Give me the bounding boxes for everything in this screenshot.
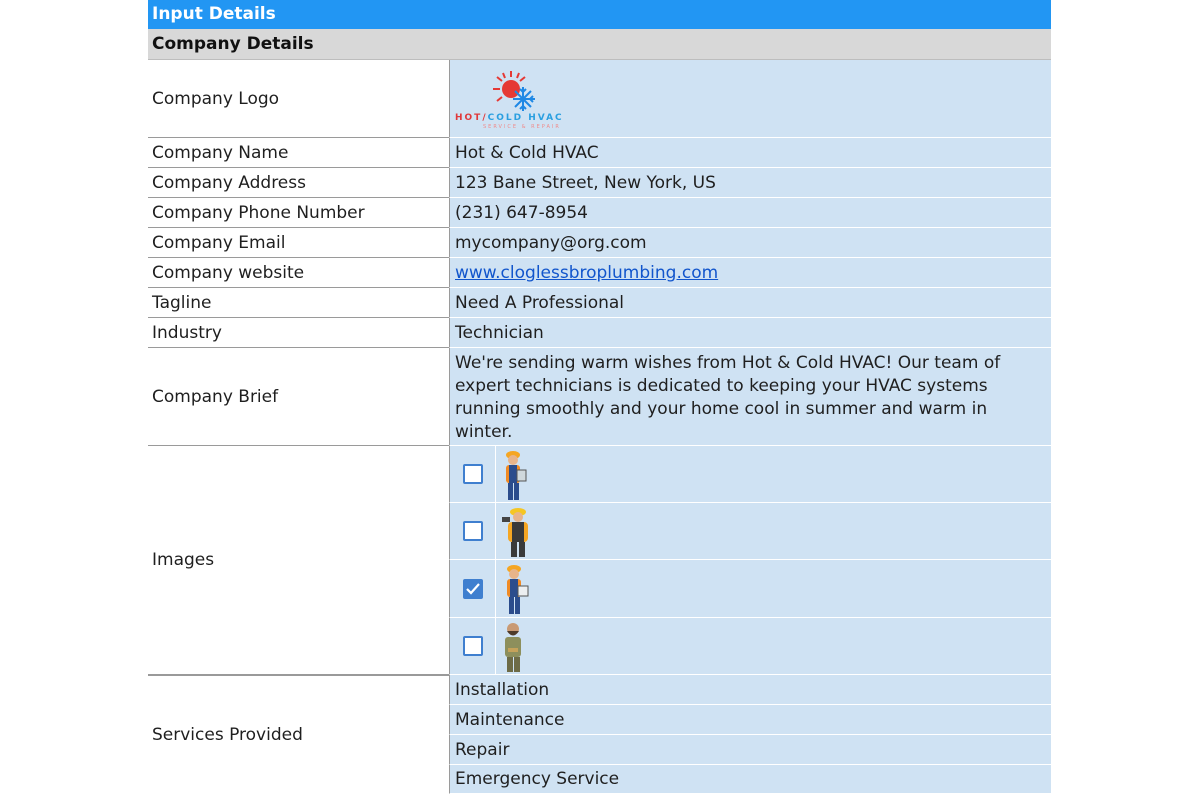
- checkbox-cell: [450, 618, 496, 674]
- logo-wordmark: HOT/COLD HVAC: [455, 113, 564, 123]
- company-brief-label: Company Brief: [148, 348, 449, 446]
- image-1-checkbox[interactable]: [462, 464, 483, 484]
- company-phone-label: Company Phone Number: [148, 198, 449, 228]
- service-item[interactable]: Emergency Service: [449, 765, 1051, 794]
- sun-snowflake-logo-icon: [493, 70, 535, 111]
- logo-wordmark-hot: HOT/: [455, 112, 488, 123]
- company-address-label: Company Address: [148, 168, 449, 198]
- image-option-4[interactable]: [449, 618, 1051, 675]
- company-phone-value[interactable]: (231) 647-8954: [449, 198, 1051, 228]
- images-label: Images: [148, 446, 449, 675]
- image-4-checkbox[interactable]: [462, 636, 483, 656]
- technician-clipboard-icon: [507, 565, 529, 614]
- logo-wordmark-cold: COLD HVAC: [487, 112, 564, 123]
- company-name-value[interactable]: Hot & Cold HVAC: [449, 138, 1051, 168]
- logo-subtitle: SERVICE & REPAIR: [483, 123, 561, 130]
- image-2-checkbox[interactable]: [462, 521, 483, 541]
- company-logo-label: Company Logo: [148, 60, 449, 138]
- company-logo-cell[interactable]: HOT/COLD HVAC SERVICE & REPAIR: [449, 60, 1051, 138]
- industry-label: Industry: [148, 318, 449, 348]
- company-email-label: Company Email: [148, 228, 449, 258]
- technician-tablet-icon: [506, 451, 527, 500]
- tagline-label: Tagline: [148, 288, 449, 318]
- company-logo-label-text: Company Logo: [152, 88, 280, 109]
- input-details-header: Input Details: [148, 0, 1051, 29]
- image-option-2[interactable]: [449, 503, 1051, 560]
- service-item[interactable]: Maintenance: [449, 705, 1051, 735]
- checkbox-cell: [450, 503, 496, 559]
- service-item[interactable]: Repair: [449, 735, 1051, 765]
- company-name-label: Company Name: [148, 138, 449, 168]
- company-website-label: Company website: [148, 258, 449, 288]
- image-3-checkbox[interactable]: [462, 578, 483, 599]
- image-option-1[interactable]: [449, 446, 1051, 503]
- industry-value[interactable]: Technician: [449, 318, 1051, 348]
- technician-bearded-icon: [505, 623, 521, 672]
- service-item[interactable]: Installation: [449, 675, 1051, 705]
- checkbox-cell: [450, 446, 496, 502]
- services-provided-label: Services Provided: [148, 675, 449, 794]
- checkbox-cell: [450, 560, 496, 617]
- image-option-3[interactable]: [449, 560, 1051, 618]
- company-website-link[interactable]: www.cloglessbroplumbing.com: [455, 263, 718, 283]
- tagline-value[interactable]: Need A Professional: [449, 288, 1051, 318]
- company-email-value[interactable]: mycompany@org.com: [449, 228, 1051, 258]
- company-brief-value[interactable]: We're sending warm wishes from Hot & Col…: [449, 348, 1051, 446]
- checkmark-icon: [465, 582, 480, 595]
- company-details-section-header: Company Details: [148, 29, 1051, 60]
- company-address-value[interactable]: 123 Bane Street, New York, US: [449, 168, 1051, 198]
- technician-drill-icon: [502, 508, 528, 557]
- company-website-cell[interactable]: www.cloglessbroplumbing.com: [449, 258, 1051, 288]
- company-logo: HOT/COLD HVAC SERVICE & REPAIR: [455, 67, 564, 131]
